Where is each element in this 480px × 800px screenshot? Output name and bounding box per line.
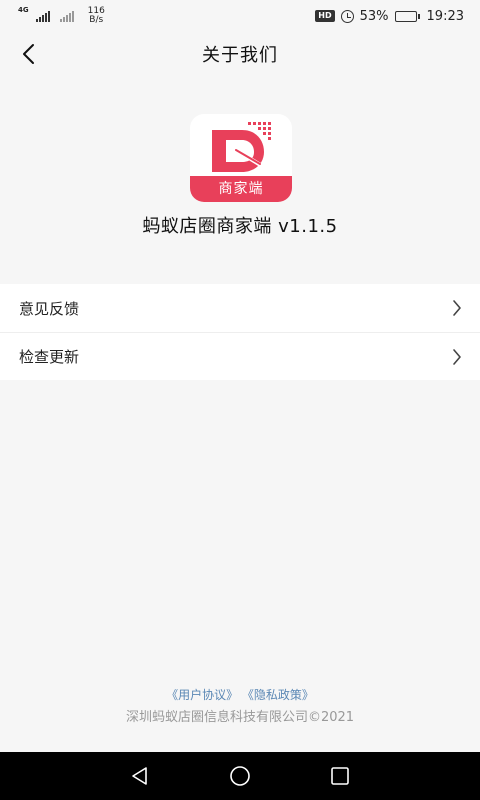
app-name-version: 蚂蚁店圈商家端 v1.1.5 [142, 216, 338, 237]
nav-recent-button[interactable] [320, 756, 360, 796]
user-agreement-link[interactable]: 《用户协议》 [166, 688, 238, 702]
chevron-right-icon [453, 300, 461, 316]
about-screen: 4G 116 B/s HD 53% 19:23 关于我们 商家端 蚂蚁店圈商家端… [0, 0, 480, 800]
logo-label: 商家端 [218, 181, 264, 197]
footer-links: 《用户协议》 《隐私政策》 [0, 686, 480, 703]
status-time: 19:23 [426, 8, 464, 24]
battery-percent: 53% [359, 8, 389, 24]
signal-icon [35, 10, 50, 22]
copyright-text: 深圳蚂蚁店圈信息科技有限公司©2021 [125, 710, 355, 725]
status-left: 4G 116 B/s [18, 7, 105, 25]
privacy-policy-link[interactable]: 《隐私政策》 [242, 688, 314, 702]
feedback-label: 意见反馈 [19, 299, 80, 318]
triangle-back-icon [132, 767, 147, 785]
system-nav-bar [0, 752, 480, 800]
square-recent-icon [331, 767, 349, 785]
chevron-right-icon [453, 348, 461, 365]
network-speed: 116 B/s [88, 7, 105, 25]
check-update-label: 检查更新 [19, 348, 80, 366]
check-update-item[interactable]: 检查更新 [0, 332, 480, 380]
status-right: HD 53% 19:23 [315, 9, 464, 24]
hd-icon: HD [315, 10, 335, 22]
header: 关于我们 [0, 32, 480, 76]
battery-icon [394, 10, 420, 22]
network-type: 4G [18, 6, 29, 14]
feedback-item[interactable]: 意见反馈 [0, 284, 480, 332]
chevron-left-icon [23, 44, 34, 64]
back-button[interactable] [10, 36, 46, 72]
status-bar: 4G 116 B/s HD 53% 19:23 [0, 0, 480, 32]
nav-back-button[interactable] [120, 756, 160, 796]
signal-secondary-icon [59, 10, 74, 22]
settings-menu: 意见反馈 检查更新 [0, 284, 480, 380]
nav-home-button[interactable] [220, 756, 260, 796]
network-speed-unit: B/s [89, 15, 104, 25]
page-title: 关于我们 [202, 45, 278, 66]
circle-home-icon [230, 766, 250, 786]
alarm-icon [340, 9, 354, 23]
app-logo: 商家端 [190, 114, 292, 202]
